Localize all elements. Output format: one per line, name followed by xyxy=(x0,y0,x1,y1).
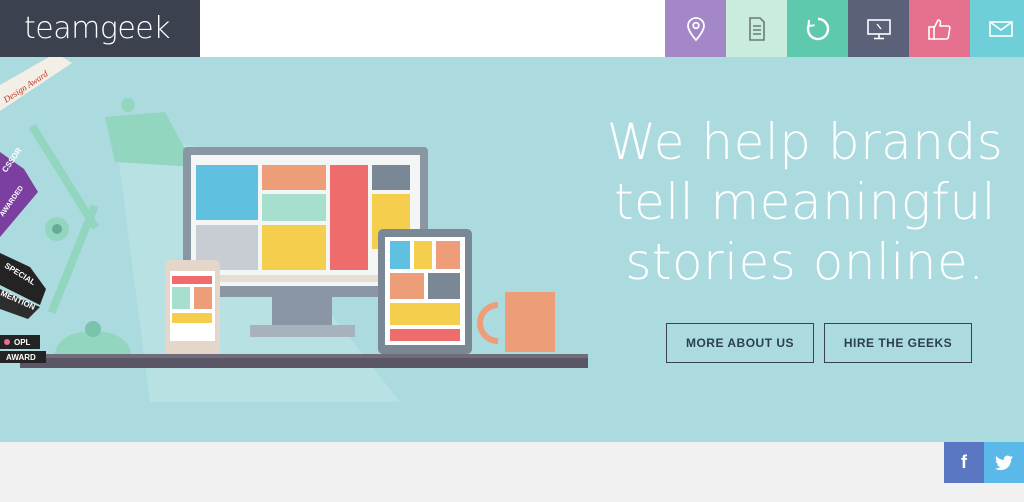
headline-line-3: stories online. xyxy=(625,233,985,291)
nav-refresh[interactable] xyxy=(787,0,848,57)
page: teamgeek Design Award CSSDR AWARDED SPEC… xyxy=(0,0,1024,502)
headline-line-2: tell meaningful xyxy=(613,173,997,231)
site-logo[interactable]: teamgeek xyxy=(0,0,200,57)
tablet xyxy=(378,229,472,354)
headline-line-1: We help brands xyxy=(606,113,1004,171)
award-label: AWARD xyxy=(6,353,36,362)
refresh-circle-icon xyxy=(806,17,829,40)
location-pin-icon xyxy=(686,16,705,41)
more-about-us-button[interactable]: MORE ABOUT US xyxy=(666,323,814,363)
twitter-button[interactable] xyxy=(984,442,1024,483)
twitter-bird-icon xyxy=(995,455,1013,470)
hero-section: Design Award CSSDR AWARDED SPECIAL MENTI… xyxy=(0,57,1024,442)
document-icon xyxy=(748,16,765,41)
opl-award-badge: OPL AWARD xyxy=(0,335,46,363)
smartphone xyxy=(165,260,220,355)
social-links: f xyxy=(944,442,1024,483)
hero-headline: We help brands tell meaningful stories o… xyxy=(590,112,1020,292)
site-header: teamgeek xyxy=(0,0,1024,57)
nav-like[interactable] xyxy=(909,0,970,57)
thumbs-up-icon xyxy=(927,18,951,40)
hire-the-geeks-button[interactable]: HIRE THE GEEKS xyxy=(824,323,972,363)
envelope-icon xyxy=(988,20,1013,37)
workspace-illustration xyxy=(20,98,588,402)
coffee-mug xyxy=(477,292,555,352)
design-award-ribbon: Design Award xyxy=(0,57,72,111)
facebook-icon: f xyxy=(961,452,967,472)
opl-label: OPL xyxy=(14,338,31,347)
facebook-button[interactable]: f xyxy=(944,442,984,483)
main-nav xyxy=(665,0,1024,57)
nav-location[interactable] xyxy=(665,0,726,57)
nav-contact[interactable] xyxy=(970,0,1024,57)
special-mention-ribbon: SPECIAL MENTION xyxy=(0,253,46,319)
monitor-icon xyxy=(866,18,891,39)
cssdr-ribbon: CSSDR AWARDED xyxy=(0,146,38,237)
nav-document[interactable] xyxy=(726,0,787,57)
award-ribbons: Design Award CSSDR AWARDED SPECIAL MENTI… xyxy=(0,57,72,363)
nav-monitor[interactable] xyxy=(848,0,909,57)
